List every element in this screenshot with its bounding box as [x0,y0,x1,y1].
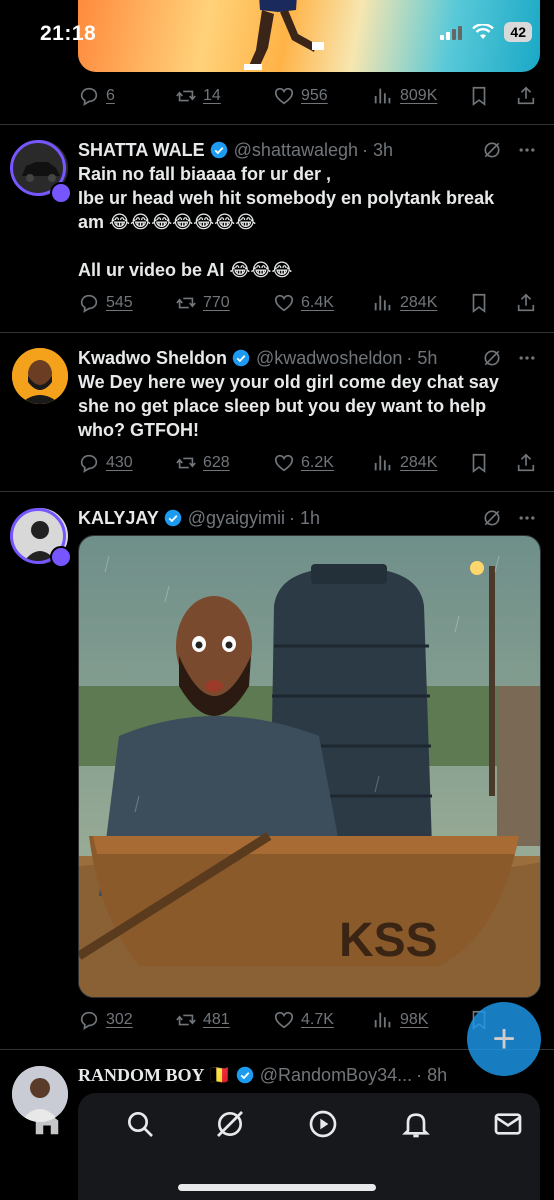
wifi-icon [472,24,495,39]
search-icon[interactable] [124,1108,156,1140]
verified-badge-icon [236,1066,253,1084]
share-icon [517,453,535,472]
battery-indicator: 42 [504,22,532,42]
repost-icon [176,90,196,102]
video-icon[interactable] [307,1108,339,1140]
views-icon [374,455,391,471]
reply-button[interactable]: 545 [78,292,133,314]
like-button[interactable]: 4.7K [273,1009,334,1031]
share-icon [517,86,535,105]
more-options-icon[interactable] [516,508,538,528]
heart-icon [274,294,294,312]
display-name[interactable]: KALYJAY [78,508,159,529]
divider [0,124,554,125]
home-indicator [178,1184,376,1191]
like-button[interactable]: 956 [273,85,328,107]
heart-icon [274,454,294,472]
share-icon [517,293,535,312]
home-icon[interactable] [32,1108,62,1138]
display-name[interactable]: SHATTA WALE [78,140,205,161]
views-button[interactable]: 809K [372,85,437,107]
repost-icon [176,1014,196,1026]
player-image [244,0,324,70]
reply-button[interactable]: 430 [78,452,133,474]
tweet-2-actions: 430 628 6.2K 284K [78,449,538,477]
bookmark-icon [472,86,486,106]
reply-icon [80,87,98,106]
bookmark-icon [472,293,486,313]
username[interactable]: @shattawalegh [234,140,358,161]
share-button[interactable] [515,452,537,474]
tweet-1-actions: 545 770 6.4K 284K [78,289,538,317]
share-button[interactable] [515,292,537,314]
boat-label: KSS [339,914,438,967]
views-button[interactable]: 284K [372,452,437,474]
grok-icon[interactable] [214,1108,246,1140]
verified-badge-icon [210,141,227,159]
cellular-signal-icon [440,24,463,40]
like-button[interactable]: 6.4K [273,292,334,314]
display-name[interactable]: RANDOM BOY 🇧🇪 [78,1065,231,1086]
more-options-icon[interactable] [516,140,538,160]
timestamp: · 8h [416,1064,448,1085]
status-time: 21:18 [40,22,97,45]
subscriber-badge-icon [50,182,72,204]
heart-icon [274,87,294,105]
repost-icon [176,297,196,309]
heart-icon [274,1011,294,1029]
timestamp: · 5h [406,347,438,368]
reply-icon [80,294,98,313]
views-icon [374,1012,391,1028]
notifications-icon[interactable] [400,1108,432,1140]
more-options-icon[interactable] [516,348,538,368]
illustration-man-in-boat: KSS [79,536,540,997]
bookmark-icon [472,453,486,473]
username[interactable]: @kwadwosheldon [256,348,402,369]
repost-button[interactable]: 14 [175,85,221,107]
bookmark-button[interactable] [468,452,490,474]
subscriber-badge-icon [50,546,72,568]
repost-button[interactable]: 628 [175,452,230,474]
views-icon [374,295,391,311]
divider [0,491,554,492]
divider [0,332,554,333]
share-button[interactable] [515,85,537,107]
status-bar: 21:18 42 [0,0,554,72]
like-button[interactable]: 6.2K [273,452,334,474]
reply-button[interactable]: 302 [78,1009,133,1031]
grok-icon[interactable] [482,348,502,368]
tweet-text: We Dey here wey your old girl come dey c… [78,372,499,440]
bookmark-button[interactable] [468,85,490,107]
bookmark-button[interactable] [468,292,490,314]
grok-icon[interactable] [482,508,502,528]
repost-button[interactable]: 770 [175,292,230,314]
reply-button[interactable]: 6 [78,85,115,107]
username[interactable]: @gyaigyimii [188,508,285,529]
display-name[interactable]: Kwadwo Sheldon [78,348,227,369]
views-button[interactable]: 98K [372,1009,428,1031]
views-icon [374,88,391,104]
reply-icon [80,1011,98,1030]
avatar[interactable] [12,348,68,404]
verified-badge-icon [232,349,250,367]
tweet-text: Rain no fall biaaaa for ur der , Ibe ur … [78,164,495,280]
repost-icon [176,457,196,469]
repost-button[interactable]: 481 [175,1009,230,1031]
timestamp: · 3h [362,139,394,160]
messages-icon[interactable] [492,1108,524,1140]
cartoon-man-image [12,348,68,404]
reply-icon [80,454,98,473]
compose-button[interactable]: + [467,1002,541,1076]
views-button[interactable]: 284K [372,292,437,314]
grok-icon[interactable] [482,140,502,160]
verified-badge-icon [164,509,181,527]
username[interactable]: @RandomBoy34... [260,1065,412,1086]
timestamp: · 1h [289,507,321,528]
tweet-0-actions: 6 14 956 809K [78,82,538,110]
tweet-image[interactable]: KSS [78,535,541,998]
